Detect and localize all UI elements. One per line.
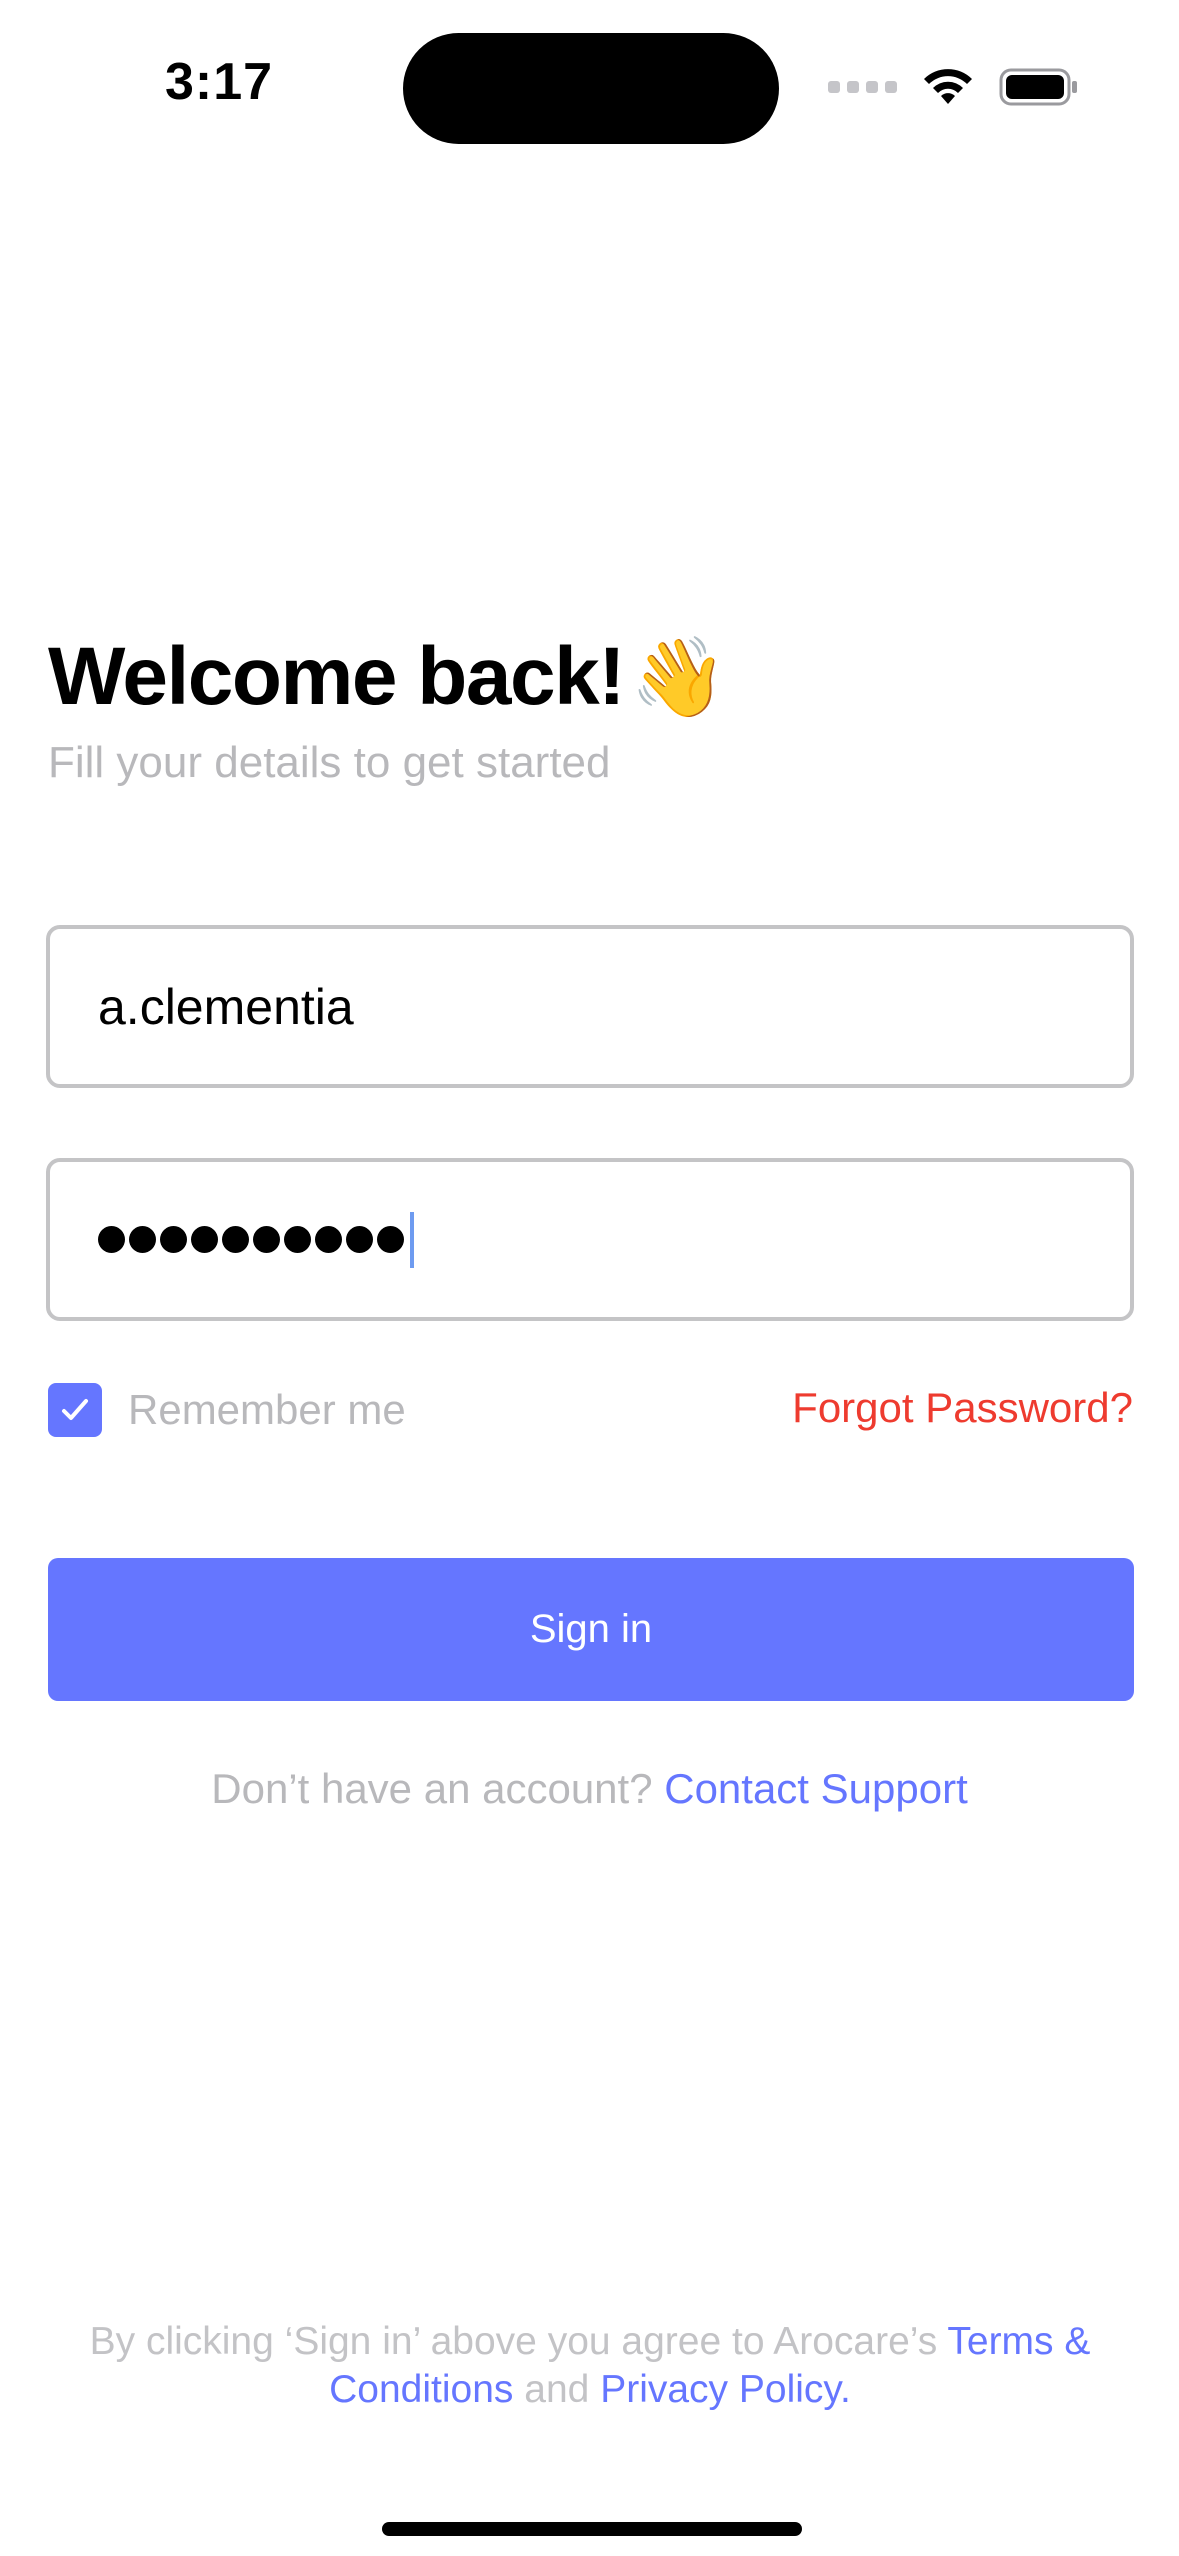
checkmark-icon (62, 1399, 88, 1420)
privacy-policy-link[interactable]: Privacy Policy. (600, 2368, 851, 2411)
status-time: 3:17 (165, 53, 274, 111)
password-dot (315, 1226, 342, 1253)
remember-me-toggle[interactable]: Remember me (48, 1383, 406, 1437)
sign-in-button[interactable]: Sign in (48, 1558, 1134, 1701)
no-account-prompt: Don’t have an account? (211, 1765, 653, 1812)
password-masked-value (98, 1226, 408, 1253)
welcome-heading: Welcome back! 👋 (48, 630, 727, 724)
terms-notice: By clicking ‘Sign in’ above you agree to… (40, 2318, 1140, 2414)
forgot-password-link[interactable]: Forgot Password? (792, 1384, 1133, 1432)
wifi-icon (924, 69, 972, 104)
waving-hand-icon: 👋 (630, 633, 728, 721)
home-indicator[interactable] (382, 2522, 802, 2536)
terms-and-text: and (524, 2368, 590, 2411)
password-field[interactable] (46, 1158, 1134, 1321)
contact-support-link[interactable]: Contact Support (664, 1765, 968, 1812)
password-dot (191, 1226, 218, 1253)
page-subtitle: Fill your details to get started (48, 738, 611, 787)
dynamic-island (403, 33, 779, 144)
password-dot (253, 1226, 280, 1253)
status-icons (828, 62, 1079, 112)
username-value: a.clementia (98, 978, 354, 1035)
no-account-line: Don’t have an account? Contact Support (0, 1765, 1179, 1813)
battery-icon (999, 68, 1077, 106)
password-dot (129, 1226, 156, 1253)
text-cursor (410, 1211, 414, 1268)
username-field[interactable]: a.clementia (46, 925, 1134, 1088)
remember-me-label: Remember me (128, 1386, 406, 1433)
cellular-signal-icon (828, 81, 897, 93)
password-dot (346, 1226, 373, 1253)
remember-me-checkbox[interactable] (48, 1383, 102, 1437)
page-title: Welcome back! (48, 631, 626, 722)
terms-prefix: By clicking ‘Sign in’ above you agree to… (89, 2320, 938, 2363)
password-dot (377, 1226, 404, 1253)
password-dot (284, 1226, 311, 1253)
password-dot (222, 1226, 249, 1253)
password-dot (160, 1226, 187, 1253)
password-dot (98, 1226, 125, 1253)
